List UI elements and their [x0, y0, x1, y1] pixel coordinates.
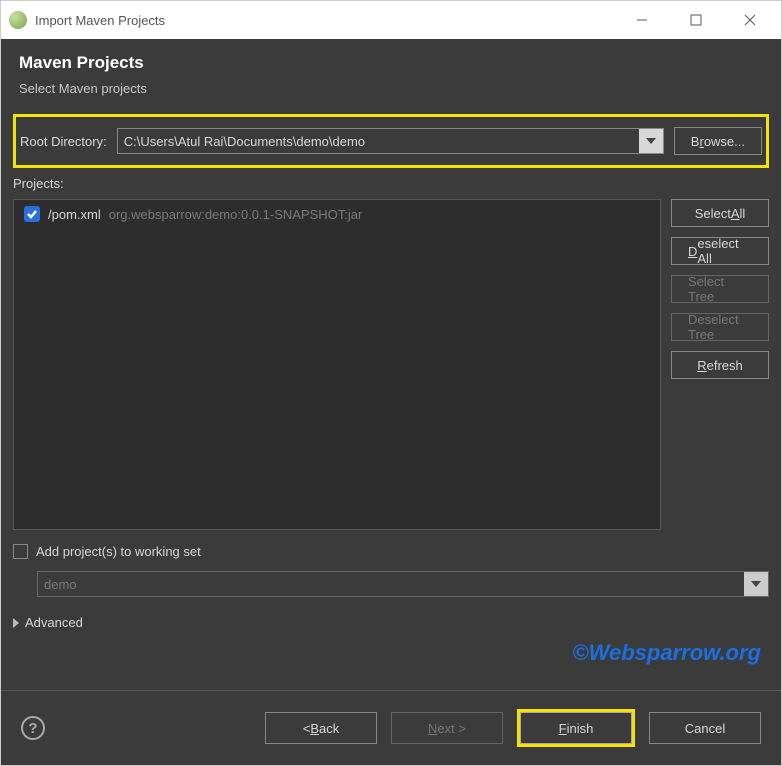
root-directory-input[interactable] — [117, 128, 664, 154]
back-button[interactable]: < Back — [265, 712, 377, 744]
workingset-checkbox[interactable] — [13, 544, 28, 559]
next-button: Next > — [391, 712, 503, 744]
finish-button[interactable]: Finish — [520, 712, 632, 744]
project-name: /pom.xml — [48, 207, 101, 222]
select-tree-button: Select Tree — [671, 275, 769, 303]
dialog-banner: Maven Projects Select Maven projects — [1, 39, 781, 114]
close-button[interactable] — [727, 1, 773, 39]
dialog-footer: ? < Back Next > Finish Cancel — [1, 690, 781, 765]
help-icon[interactable]: ? — [21, 716, 45, 740]
minimize-button[interactable] — [619, 1, 665, 39]
project-desc: org.websparrow:demo:0.0.1-SNAPSHOT:jar — [109, 207, 363, 222]
dialog-content: Root Directory: Browse... Projects: /pom… — [1, 114, 781, 690]
watermark: ©Websparrow.org — [13, 640, 761, 666]
titlebar: Import Maven Projects — [1, 1, 781, 39]
root-directory-label: Root Directory: — [20, 134, 107, 149]
banner-subtitle: Select Maven projects — [19, 81, 763, 96]
deselect-tree-button: Deselect Tree — [671, 313, 769, 341]
deselect-all-button[interactable]: Deselect All — [671, 237, 769, 265]
chevron-down-icon — [744, 572, 768, 596]
root-directory-combo[interactable] — [117, 128, 664, 154]
select-all-button[interactable]: Select All — [671, 199, 769, 227]
projects-list[interactable]: /pom.xml org.websparrow:demo:0.0.1-SNAPS… — [13, 199, 661, 530]
eclipse-icon — [9, 11, 27, 29]
maximize-button[interactable] — [673, 1, 719, 39]
refresh-button[interactable]: Refresh — [671, 351, 769, 379]
cancel-button[interactable]: Cancel — [649, 712, 761, 744]
chevron-down-icon[interactable] — [639, 129, 663, 153]
workingset-label: Add project(s) to working set — [36, 544, 201, 559]
triangle-right-icon — [13, 618, 19, 628]
workingset-row: Add project(s) to working set — [13, 544, 769, 559]
root-directory-row: Root Directory: Browse... — [13, 114, 769, 168]
browse-button[interactable]: Browse... — [674, 127, 762, 155]
advanced-toggle[interactable]: Advanced — [13, 615, 769, 630]
import-maven-dialog: Import Maven Projects Maven Projects Sel… — [0, 0, 782, 766]
window-title: Import Maven Projects — [35, 13, 611, 28]
workingset-combo — [37, 571, 769, 597]
workingset-select-row — [37, 571, 769, 597]
advanced-label: Advanced — [25, 615, 83, 630]
workingset-input — [37, 571, 769, 597]
checkbox-checked-icon[interactable] — [24, 206, 40, 222]
projects-label: Projects: — [13, 176, 769, 191]
finish-highlight: Finish — [517, 709, 635, 747]
list-item[interactable]: /pom.xml org.websparrow:demo:0.0.1-SNAPS… — [14, 200, 660, 228]
side-buttons: Select All Deselect All Select Tree Dese… — [671, 199, 769, 530]
banner-heading: Maven Projects — [19, 53, 763, 73]
projects-area: /pom.xml org.websparrow:demo:0.0.1-SNAPS… — [13, 199, 769, 530]
